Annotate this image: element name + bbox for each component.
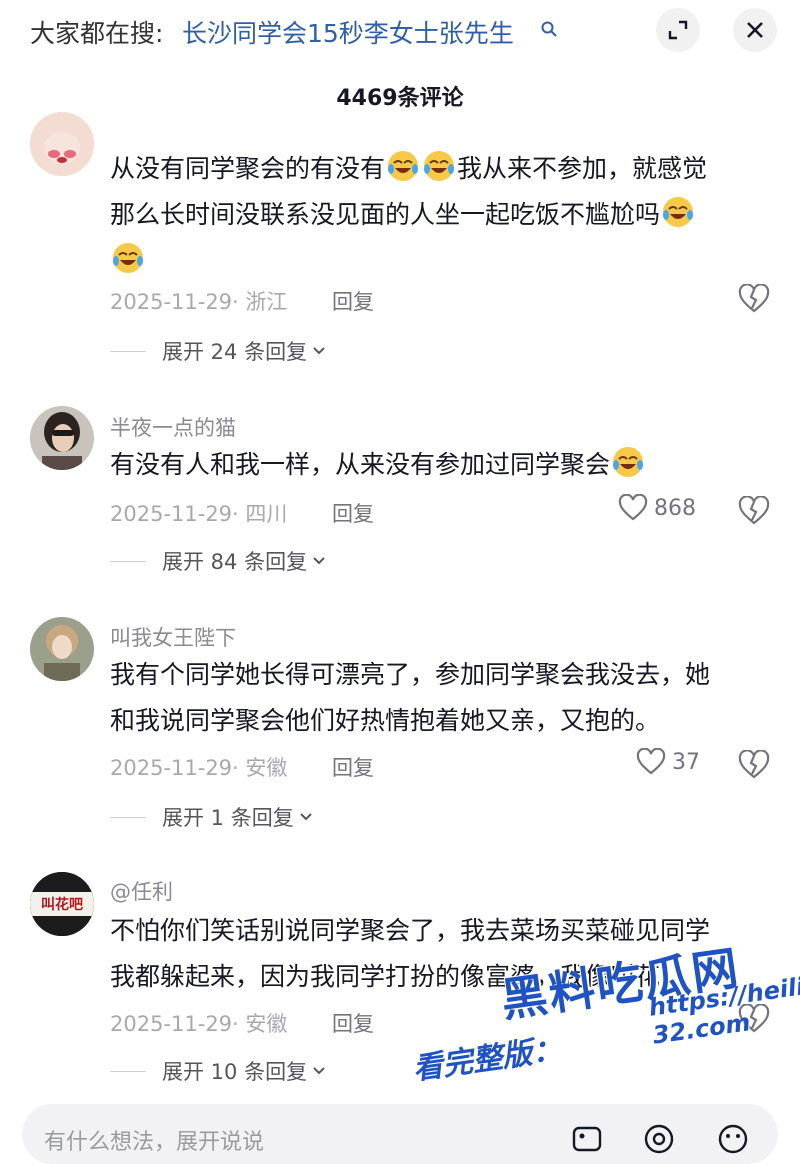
avatar-image — [30, 112, 94, 176]
chevron-down-icon — [313, 1067, 325, 1075]
smiley-icon[interactable] — [716, 1122, 750, 1156]
like-button[interactable]: 37 — [636, 748, 700, 776]
trending-search-link[interactable]: 长沙同学会15秒李女士张先生 — [182, 14, 514, 50]
expand-replies-label: 展开 10 条回复 — [162, 1060, 308, 1084]
comment-text-part: 从没有同学聚会的有没有 — [110, 154, 386, 183]
top-bar: 大家都在搜: 长沙同学会15秒李女士张先生 — [0, 0, 800, 64]
expand-replies-label: 展开 1 条回复 — [162, 806, 294, 830]
image-icon[interactable] — [570, 1122, 604, 1156]
comment-text-part: 不怕你们笑话别说同学聚会了，我去菜场买菜碰见同学 — [110, 916, 711, 945]
reply-button[interactable]: 回复 — [332, 752, 374, 782]
comment-text: 从没有同学聚会的有没有 我从来不参加，就感觉那么长时间没联系没见面的人坐一起吃饭不… — [110, 146, 750, 284]
broken-heart-icon[interactable] — [738, 284, 770, 314]
comment-date-location: 2025-11-29· 安徽 — [110, 1012, 288, 1036]
comment-input-bar[interactable]: 有什么想法，展开说说 — [22, 1104, 778, 1164]
divider — [110, 350, 146, 352]
comment-date-location: 2025-11-29· 四川 — [110, 502, 288, 526]
laughing-crying-emoji-icon — [113, 243, 143, 273]
fullscreen-icon — [668, 20, 688, 40]
reply-button[interactable]: 回复 — [332, 498, 374, 528]
chevron-down-icon — [313, 557, 325, 565]
comment-text-part: 和我说同学聚会他们好热情抱着她又亲，又抱的。 — [110, 706, 661, 735]
chevron-down-icon — [313, 347, 325, 355]
heart-icon — [636, 748, 666, 775]
reply-button[interactable]: 回复 — [332, 286, 374, 316]
comment-text-part: 我有个同学她长得可漂亮了，参加同学聚会我没去，她 — [110, 660, 711, 689]
like-count: 37 — [672, 749, 700, 775]
broken-heart-icon[interactable] — [738, 750, 770, 780]
laughing-crying-emoji-icon — [613, 447, 644, 477]
divider — [110, 560, 146, 562]
comment-text-part: 有没有人和我一样，从来没有参加过同学聚会 — [110, 450, 611, 479]
avatar[interactable] — [30, 112, 94, 176]
watermark-tagline: 看完整版： — [410, 1031, 565, 1088]
expand-replies-label: 展开 84 条回复 — [162, 550, 308, 574]
divider — [110, 1070, 146, 1072]
broken-heart-icon[interactable] — [738, 496, 770, 526]
like-button[interactable]: 868 — [618, 494, 696, 522]
divider — [110, 816, 146, 818]
avatar[interactable] — [30, 406, 94, 470]
laughing-crying-emoji-icon — [663, 197, 694, 227]
fullscreen-button[interactable] — [656, 8, 700, 52]
comment-input-placeholder: 有什么想法，展开说说 — [44, 1130, 265, 1155]
comment-text: 我有个同学她长得可漂亮了，参加同学聚会我没去，她 和我说同学聚会他们好热情抱着她又… — [110, 652, 750, 744]
expand-replies-label: 展开 24 条回复 — [162, 340, 308, 364]
username[interactable]: 半夜一点的猫 — [110, 412, 236, 442]
laughing-crying-emoji-icon — [388, 151, 419, 181]
chevron-down-icon — [300, 813, 312, 821]
close-icon — [747, 22, 763, 38]
username[interactable]: @任利 — [110, 876, 173, 906]
at-icon[interactable] — [642, 1122, 676, 1156]
expand-replies-button[interactable]: 展开 84 条回复 — [110, 546, 327, 576]
avatar[interactable] — [30, 617, 94, 681]
avatar-text: 叫花吧 — [41, 897, 83, 913]
comment-count-title: 4469条评论 — [336, 86, 464, 111]
username[interactable]: 叫我女王陛下 — [110, 622, 236, 652]
search-prefix: 大家都在搜: — [30, 19, 164, 48]
heart-icon — [618, 494, 648, 521]
comment-date-location: 2025-11-29· 浙江 — [110, 290, 288, 314]
comment-text-part: 我从来不参加，就感觉 — [457, 154, 708, 183]
comment-text: 有没有人和我一样，从来没有参加过同学聚会 — [110, 442, 750, 488]
search-icon[interactable] — [540, 20, 558, 38]
expand-replies-button[interactable]: 展开 1 条回复 — [110, 802, 314, 832]
avatar-image — [30, 617, 94, 681]
expand-replies-button[interactable]: 展开 24 条回复 — [110, 336, 327, 366]
like-count: 868 — [654, 495, 696, 521]
avatar[interactable]: 叫花吧 — [30, 872, 94, 936]
reply-button[interactable]: 回复 — [332, 1008, 374, 1038]
laughing-crying-emoji-icon — [424, 151, 455, 181]
close-button[interactable] — [733, 8, 777, 52]
avatar-image — [30, 406, 94, 470]
expand-replies-button[interactable]: 展开 10 条回复 — [110, 1056, 327, 1086]
comment-date-location: 2025-11-29· 安徽 — [110, 756, 288, 780]
comment-text-part: 那么长时间没联系没见面的人坐一起吃饭不尴尬吗 — [110, 200, 661, 229]
